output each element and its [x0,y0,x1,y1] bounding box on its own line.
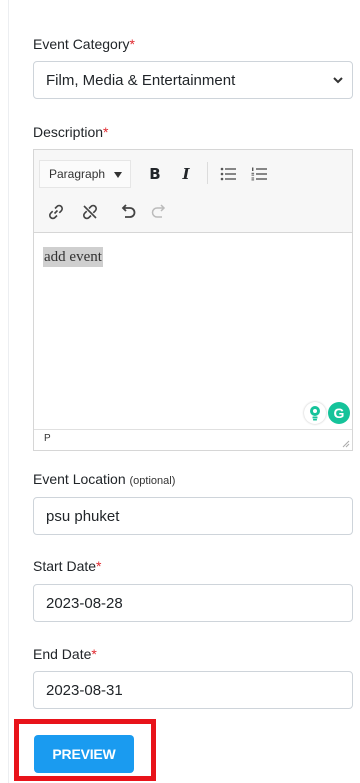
start-date-label: Start Date* [33,558,102,574]
italic-button[interactable]: I [174,162,198,186]
bold-button[interactable]: B [143,162,167,186]
start-date-input[interactable]: 2023-08-28 [33,584,353,622]
end-date-label: End Date* [33,646,97,662]
redo-icon [151,204,166,218]
numbered-list-button[interactable] [247,162,271,186]
editor-content-area[interactable]: add event [34,233,352,433]
resize-handle-icon[interactable] [340,438,350,448]
undo-button[interactable] [116,200,140,224]
description-label: Description* [33,124,109,140]
event-category-value: Film, Media & Entertainment [46,71,236,89]
dropdown-triangle-icon [114,172,122,178]
event-category-label: Event Category* [33,36,135,52]
toolbar-separator [207,162,208,184]
grammarly-suggestion-button[interactable] [304,402,326,424]
undo-icon [121,204,136,218]
unlink-icon [83,204,97,220]
event-location-input[interactable]: psu phuket [33,497,353,535]
event-location-label: Event Location (optional) [33,471,176,487]
editor-toolbar: Paragraph B I [34,150,352,233]
bulleted-list-icon [220,167,236,181]
editor-selected-text[interactable]: add event [43,247,103,267]
numbered-list-icon [251,167,267,181]
editor-path-indicator: P [44,433,51,444]
unlink-button[interactable] [78,200,102,224]
grammarly-icon[interactable]: G [328,402,350,424]
link-button[interactable] [44,200,68,224]
end-date-input[interactable]: 2023-08-31 [33,671,353,709]
editor-status-bar: P [34,429,352,450]
paragraph-format-select[interactable]: Paragraph [39,160,131,188]
lightbulb-icon [310,406,320,421]
bulleted-list-button[interactable] [216,162,240,186]
left-border [8,0,9,783]
preview-button[interactable]: PREVIEW [34,735,134,773]
description-editor: Paragraph B I add event G P [33,149,353,451]
link-icon [49,204,63,220]
redo-button[interactable] [147,200,171,224]
chevron-down-icon [333,77,343,84]
event-category-select[interactable]: Film, Media & Entertainment [33,61,353,99]
